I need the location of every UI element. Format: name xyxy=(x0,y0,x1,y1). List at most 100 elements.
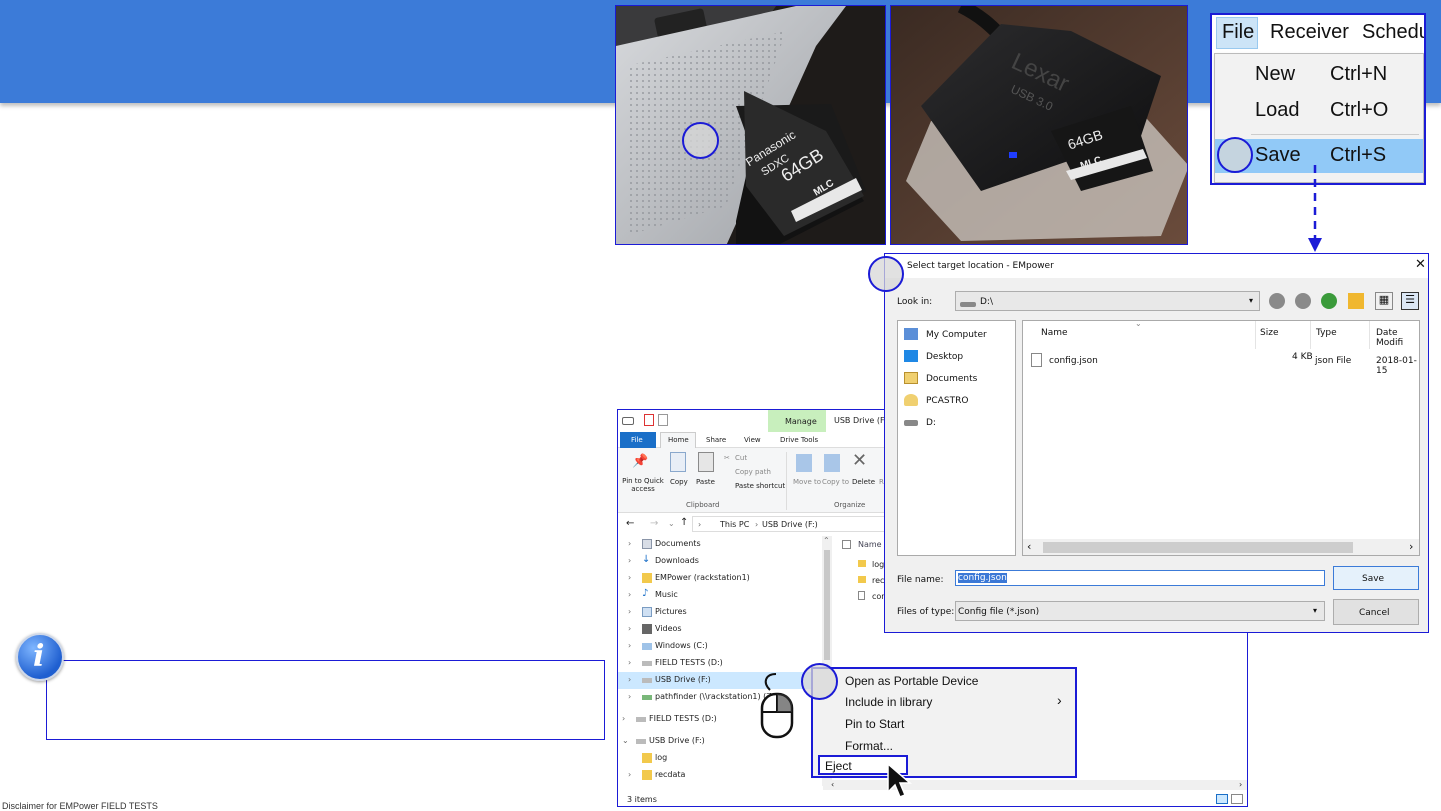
scrollbar-thumb[interactable] xyxy=(1043,542,1353,553)
folder-icon xyxy=(642,753,652,763)
delete-button[interactable]: Delete xyxy=(852,478,875,486)
recent-icon[interactable]: ⌄ xyxy=(668,519,675,528)
copy-button[interactable]: Copy xyxy=(670,478,688,486)
documents-icon xyxy=(904,372,918,384)
nav-item-field-tests-d[interactable]: › FIELD TESTS (D:) xyxy=(618,655,818,672)
nav-label: log xyxy=(655,753,668,762)
list-item-log[interactable]: log xyxy=(872,560,884,569)
dialog-hscrollbar[interactable]: ‹ › xyxy=(1023,539,1419,555)
new-folder-icon[interactable] xyxy=(658,414,668,426)
copy-to-button[interactable]: Copy to xyxy=(822,478,849,486)
mouse-cursor-icon xyxy=(887,762,913,798)
file-name-input[interactable]: config.json xyxy=(955,570,1325,586)
dialog-titlebar: Select target location - EMpower ✕ xyxy=(885,254,1428,278)
column-size[interactable]: Size xyxy=(1260,328,1278,338)
details-view-icon[interactable]: ☰ xyxy=(1401,292,1419,310)
save-button[interactable]: Save xyxy=(1333,566,1419,590)
menu-schedule[interactable]: Schedu xyxy=(1362,21,1424,44)
tab-drive-tools[interactable]: Drive Tools xyxy=(780,436,818,444)
column-name[interactable]: Name xyxy=(858,540,882,549)
menu-receiver[interactable]: Receiver xyxy=(1270,21,1349,44)
scroll-up-icon[interactable]: ⌃ xyxy=(823,536,830,545)
file-row[interactable]: config.json 4 KB json File 2018-01-15 xyxy=(1023,351,1419,376)
address-this-pc[interactable]: This PC xyxy=(720,520,749,529)
file-size: 4 KB xyxy=(1292,352,1313,362)
tab-file[interactable]: File xyxy=(631,436,643,444)
forward-icon[interactable] xyxy=(1295,293,1311,309)
nav-item-music[interactable]: › ♪ Music xyxy=(618,587,818,604)
dialog-title: Select target location - EMpower xyxy=(907,261,1054,271)
up-folder-icon[interactable] xyxy=(1321,293,1337,309)
nav-item-log[interactable]: log xyxy=(618,750,818,767)
drive-d-icon xyxy=(642,661,652,666)
ctx-include-library[interactable]: Include in library › xyxy=(813,691,1075,713)
details-view-icon[interactable] xyxy=(1216,794,1228,804)
pictures-icon xyxy=(642,607,652,617)
file-type-select[interactable]: Config file (*.json) ▾ xyxy=(955,601,1325,621)
place-my-computer[interactable]: My Computer xyxy=(926,330,987,340)
move-to-button[interactable]: Move to xyxy=(793,478,821,486)
place-documents[interactable]: Documents xyxy=(926,374,977,384)
menu-item-new[interactable]: New Ctrl+N xyxy=(1215,58,1423,92)
address-usb-drive[interactable]: USB Drive (F:) xyxy=(762,520,818,529)
column-type[interactable]: Type xyxy=(1316,328,1337,338)
music-icon: ♪ xyxy=(642,588,649,599)
properties-icon[interactable] xyxy=(644,414,654,426)
pin-quick-access[interactable]: Pin to Quick access xyxy=(622,477,664,493)
list-item-recdata[interactable]: rec xyxy=(872,576,884,585)
menu-item-load[interactable]: Load Ctrl+O xyxy=(1215,94,1423,128)
tab-home[interactable]: Home xyxy=(668,436,689,444)
downloads-icon: ↓ xyxy=(642,554,651,565)
dialog-close-icon[interactable]: ✕ xyxy=(1415,257,1426,272)
documents-icon xyxy=(642,539,652,549)
ctx-format[interactable]: Format... xyxy=(813,735,1075,757)
ctx-label: Pin to Start xyxy=(845,717,905,731)
column-name[interactable]: Name xyxy=(1041,328,1068,338)
nav-item-empower[interactable]: › EMPower (rackstation1) xyxy=(618,570,818,587)
nav-item-downloads[interactable]: › ↓ Downloads xyxy=(618,553,818,570)
place-desktop[interactable]: Desktop xyxy=(926,352,963,362)
ctx-pin-start[interactable]: Pin to Start xyxy=(813,713,1075,735)
tiles-view-icon[interactable] xyxy=(1231,794,1243,804)
select-all-checkbox[interactable] xyxy=(842,540,851,549)
scroll-right-icon[interactable]: › xyxy=(1409,540,1413,553)
file-type-label: Files of type: xyxy=(897,607,955,617)
menu-item-label: Load xyxy=(1255,99,1300,121)
desktop-icon xyxy=(904,350,918,362)
back-icon[interactable]: ← xyxy=(626,518,634,529)
tab-manage[interactable]: Manage xyxy=(785,417,817,426)
back-icon[interactable] xyxy=(1269,293,1285,309)
cut-button[interactable]: Cut xyxy=(735,454,747,462)
cancel-button[interactable]: Cancel xyxy=(1333,599,1419,625)
tab-view[interactable]: View xyxy=(744,436,761,444)
photo-card-reader: Lexar USB 3.0 64GB MLC xyxy=(890,5,1188,245)
scroll-left-icon[interactable]: ‹ xyxy=(1027,540,1031,553)
nav-item-recdata[interactable]: › recdata xyxy=(618,767,818,784)
list-item-config[interactable]: cor xyxy=(872,592,885,601)
forward-icon[interactable]: → xyxy=(650,518,658,529)
nav-item-documents[interactable]: › Documents xyxy=(618,536,818,553)
paste-shortcut-button[interactable]: Paste shortcut xyxy=(735,482,785,490)
column-date[interactable]: Date Modifi xyxy=(1376,328,1419,348)
scrollbar-thumb[interactable] xyxy=(824,550,830,660)
place-d-drive[interactable]: D: xyxy=(926,418,936,428)
menu-file[interactable]: File xyxy=(1222,21,1254,44)
nav-item-pictures[interactable]: › Pictures xyxy=(618,604,818,621)
nav-item-windows-c[interactable]: › Windows (C:) xyxy=(618,638,818,655)
nav-item-videos[interactable]: › Videos xyxy=(618,621,818,638)
network-drive-icon xyxy=(642,695,652,700)
menu-item-shortcut: Ctrl+O xyxy=(1330,99,1389,121)
file-icon xyxy=(858,591,865,600)
list-view-icon[interactable]: ▦ xyxy=(1375,292,1393,310)
scroll-right-icon[interactable]: › xyxy=(1239,780,1242,789)
tab-share[interactable]: Share xyxy=(706,436,726,444)
paste-button[interactable]: Paste xyxy=(696,478,715,486)
up-icon[interactable]: ↑ xyxy=(680,517,688,528)
look-in-select[interactable]: D:\ ▾ xyxy=(955,291,1260,311)
ctx-open-portable[interactable]: Open as Portable Device xyxy=(813,670,1075,692)
scroll-left-icon[interactable]: ‹ xyxy=(831,780,834,789)
card-reader-photo: Lexar USB 3.0 64GB MLC xyxy=(891,6,1187,244)
place-pcastro[interactable]: PCASTRO xyxy=(926,396,968,406)
new-folder-icon[interactable] xyxy=(1348,293,1364,309)
copy-path-button[interactable]: Copy path xyxy=(735,468,771,476)
